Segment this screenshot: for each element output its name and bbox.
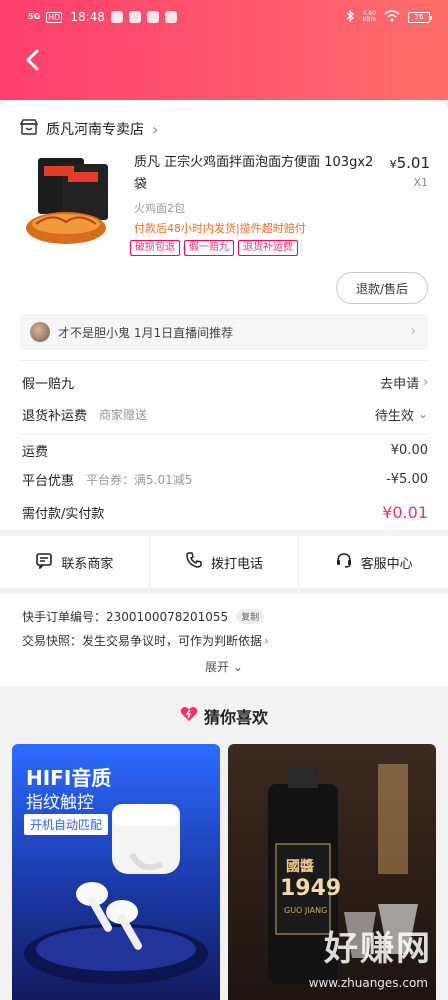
bluetooth-icon	[345, 8, 355, 25]
price-value: 5.01	[396, 154, 430, 172]
expand-label: 展开	[205, 660, 230, 674]
customer-service-button[interactable]: 客服中心	[299, 536, 448, 588]
fee-row-shipping: 运费 ¥0.00	[22, 438, 428, 462]
header-bar: 5G HD 18:48 4.60 KB/s 26	[0, 0, 448, 100]
watermark-logo: 好赚网	[324, 929, 432, 969]
watermark-url: www.zhuanges.com	[308, 976, 428, 990]
service-row-fake-compensation[interactable]: 假一赔九 去申请 ›	[22, 370, 428, 394]
order-meta-card: 快手订单编号： 2300100078201055 复制 交易快照： 发生交易争议…	[0, 594, 448, 686]
order-number-row: 快手订单编号： 2300100078201055 复制	[22, 608, 265, 625]
row-label: 假一赔九	[22, 376, 75, 392]
product-image	[22, 152, 120, 250]
chevron-right-icon: ›	[423, 375, 428, 389]
earbuds-image	[24, 804, 208, 984]
shipping-note: 付款后48小时内发货|揽件超时赔付	[134, 222, 306, 235]
chevron-right-icon: ›	[152, 119, 159, 139]
snapshot-label: 交易快照：	[22, 634, 83, 648]
service-tag: 假一赔九	[184, 240, 234, 256]
chevron-right-icon: ›	[264, 633, 269, 648]
order-number: 2300100078201055	[106, 609, 229, 624]
divider	[20, 434, 428, 435]
row-value: -¥5.00	[386, 471, 428, 487]
row-value: 待生效	[374, 408, 414, 424]
clock: 18:48	[70, 10, 105, 24]
expand-button[interactable]: 展开 ⌄	[0, 658, 448, 675]
product-card[interactable]: HIFI音质 指纹触控 开机自动匹配	[12, 744, 220, 1000]
status-bar: 5G HD 18:48 4.60 KB/s 26	[28, 6, 432, 28]
shop-name: 质凡河南专卖店	[46, 122, 144, 138]
avatar	[30, 322, 50, 342]
fee-row-total: 需付款/实付款 ¥0.01	[22, 500, 428, 524]
product-price: ¥5.01	[390, 154, 430, 172]
contact-seller-button[interactable]: 联系商家	[0, 536, 150, 588]
action-label: 拨打电话	[211, 556, 264, 572]
total-paid: ¥0.01	[382, 502, 428, 522]
order-number-label: 快手订单编号：	[22, 610, 107, 624]
brand-name: 國醬	[286, 859, 314, 875]
recommend-title: 猜你喜欢	[203, 708, 268, 727]
action-bar: 联系商家 拨打电话 客服中心	[0, 536, 448, 588]
live-source-text: 才不是胆小鬼 1月1日直播间推荐	[58, 325, 234, 340]
live-source-row[interactable]: 才不是胆小鬼 1月1日直播间推荐 ›	[20, 314, 428, 350]
row-label: 需付款/实付款	[22, 506, 105, 522]
wifi-icon	[384, 9, 400, 25]
copy-button[interactable]: 复制	[236, 609, 265, 624]
service-tag: 退货补运费	[238, 240, 298, 256]
signal-indicator: 5G	[28, 12, 41, 21]
product-spec: 火鸡面2包	[134, 202, 185, 215]
row-value: ¥0.00	[390, 442, 428, 458]
product-title: 质凡 正宗火鸡面拌面泡面方便面 103gx2袋	[134, 155, 374, 192]
recommend-section: 猜你喜欢 HIFI音质 指纹触控 开机自动匹配 國醬 1949 GUO JIAN…	[0, 692, 448, 1000]
product-quantity: X1	[413, 176, 428, 189]
row-label: 退货补运费	[22, 408, 88, 424]
app-notification-icon	[164, 11, 177, 23]
refund-button[interactable]: 退款/售后	[336, 272, 428, 304]
call-button[interactable]: 拨打电话	[150, 536, 300, 588]
headset-icon	[335, 551, 353, 573]
service-tags: 破损包退 假一赔九 退货补运费	[130, 240, 298, 256]
heart-icon	[180, 706, 198, 726]
row-label: 平台优惠	[22, 473, 75, 489]
shop-link[interactable]: 质凡河南专卖店 ›	[19, 118, 159, 140]
chevron-down-icon: ⌄	[232, 660, 243, 674]
row-value: 去申请	[380, 376, 420, 392]
fee-row-discount: 平台优惠 平台券：满5.01减5 -¥5.00	[22, 467, 428, 491]
product-item[interactable]: 质凡 正宗火鸡面拌面泡面方便面 103gx2袋 ¥5.01 X1 火鸡面2包 付…	[22, 152, 432, 272]
chevron-right-icon: ›	[410, 324, 416, 339]
brand-sub: GUO JIANG	[284, 906, 328, 915]
row-label: 运费	[22, 444, 49, 460]
app-notification-icon	[110, 11, 123, 23]
order-card: 质凡河南专卖店 › 质凡 正宗火鸡面拌面泡面方便面 103gx2袋 ¥5.01 …	[0, 100, 448, 530]
snapshot-row[interactable]: 交易快照： 发生交易争议时，可作为判断依据 ›	[22, 632, 269, 649]
recommend-title-row: 猜你喜欢	[0, 704, 448, 728]
divider	[20, 360, 428, 361]
action-label: 联系商家	[61, 556, 114, 572]
row-sub: 平台券：满5.01减5	[86, 472, 193, 487]
hd-badge: HD	[46, 11, 63, 23]
snapshot-text: 发生交易争议时，可作为判断依据	[82, 634, 263, 648]
service-tag: 破损包退	[130, 240, 180, 256]
chevron-down-icon: ⌄	[417, 407, 428, 421]
phone-icon	[185, 551, 203, 573]
app-notification-icon	[128, 11, 141, 23]
battery-icon: 26	[408, 11, 432, 23]
chat-icon	[35, 551, 53, 573]
price-currency: ¥	[389, 158, 397, 171]
app-notification-icon	[146, 11, 159, 23]
back-button[interactable]	[16, 44, 48, 76]
brand-year: 1949	[280, 876, 342, 901]
store-icon	[19, 118, 39, 140]
net-speed: 4.60 KB/s	[362, 10, 376, 23]
chevron-left-icon	[26, 49, 39, 71]
service-row-return-shipping[interactable]: 退货补运费 商家赠送 待生效 ⌄	[22, 402, 428, 426]
action-label: 客服中心	[360, 556, 413, 572]
row-sub: 商家赠送	[99, 407, 148, 422]
